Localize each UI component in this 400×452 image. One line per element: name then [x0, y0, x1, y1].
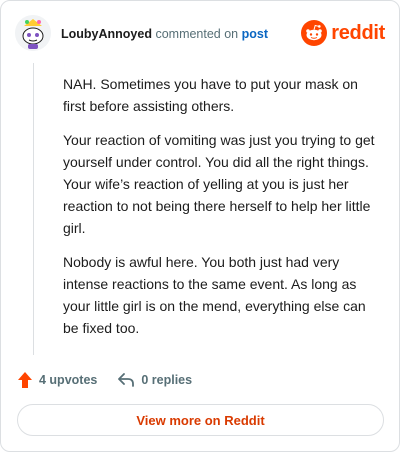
reply-count: 0 replies	[141, 373, 193, 387]
comment-header: LoubyAnnoyed commented on post reddit	[15, 15, 387, 55]
reply-icon	[117, 372, 135, 388]
comment-paragraph: Nobody is awful here. You both just had …	[63, 254, 366, 336]
reply-button[interactable]: 0 replies	[117, 372, 192, 388]
comment-paragraph: Your reaction of vomiting was just you t…	[63, 132, 375, 236]
reddit-brand[interactable]: reddit	[301, 19, 385, 47]
comment-byline: LoubyAnnoyed commented on post	[61, 26, 268, 42]
comment-actions: 4 upvotes 0 replies	[17, 369, 212, 391]
upvote-count: 4 upvotes	[39, 373, 98, 387]
comment-paragraph: NAH. Sometimes you have to put your mask…	[63, 76, 358, 114]
reddit-wordmark: reddit	[331, 21, 385, 44]
comment-body: NAH. Sometimes you have to put your mask…	[63, 73, 375, 351]
view-more-button[interactable]: View more on Reddit	[17, 404, 384, 436]
reddit-logo-icon	[301, 20, 328, 46]
thread-line	[33, 63, 34, 355]
avatar[interactable]	[15, 15, 51, 51]
post-link[interactable]: post	[242, 27, 268, 41]
upvote-arrow-icon	[17, 371, 33, 389]
upvote-button[interactable]: 4 upvotes	[17, 371, 97, 389]
username-link[interactable]: LoubyAnnoyed	[61, 27, 152, 41]
reddit-comment-embed-card: LoubyAnnoyed commented on post reddit NA…	[0, 0, 400, 452]
avatar-snoo-icon	[15, 15, 51, 51]
view-more-label: View more on Reddit	[136, 412, 265, 428]
commented-on-text: commented on	[155, 27, 239, 41]
